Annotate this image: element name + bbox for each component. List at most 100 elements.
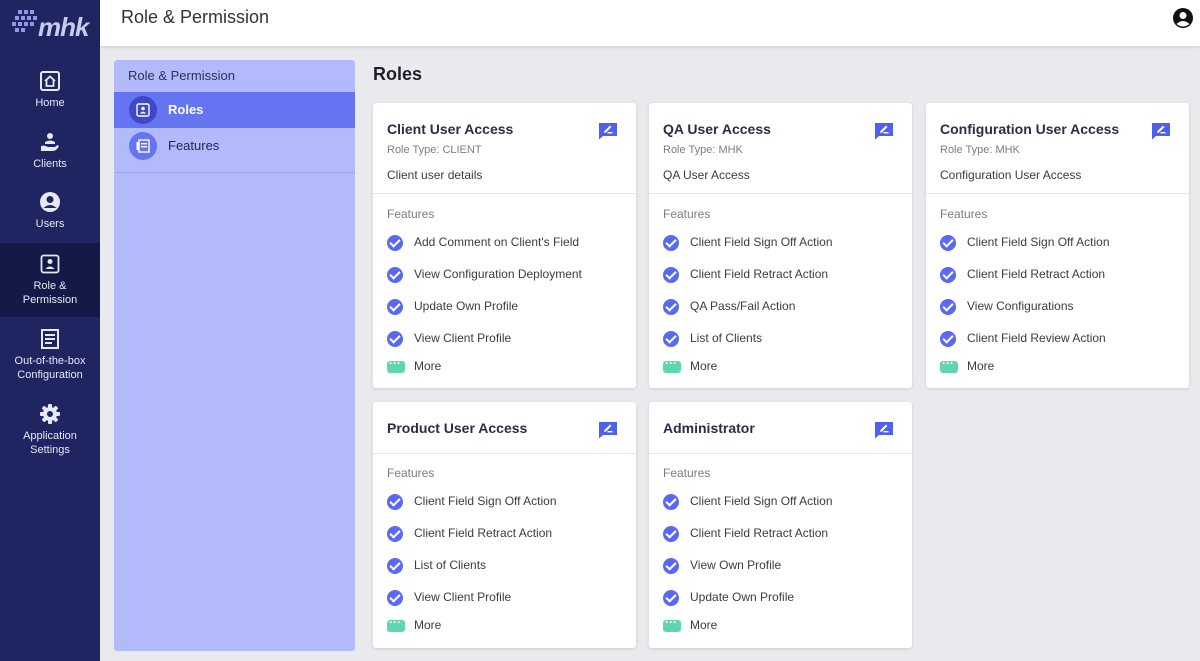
more-label: More: [690, 618, 718, 632]
card-divider: [649, 193, 912, 194]
subnav-item-roles[interactable]: Roles: [114, 92, 355, 128]
subnav-item-features[interactable]: Features: [114, 128, 355, 164]
clients-icon: [41, 133, 59, 151]
more-label: More: [414, 359, 442, 373]
role-description: Configuration User Access: [940, 168, 1082, 182]
check-circle-icon: [387, 526, 403, 542]
edit-role-icon[interactable]: [598, 122, 618, 140]
features-heading: Features: [387, 207, 435, 221]
role-card[interactable]: QA User Access Role Type: MHK QA User Ac…: [649, 103, 912, 388]
nav-item-users[interactable]: Users: [0, 191, 100, 231]
check-circle-icon: [940, 235, 956, 251]
nav-item-clients[interactable]: Clients: [0, 131, 100, 171]
roles-icon: [129, 96, 157, 124]
nav-label-users: Users: [35, 218, 65, 230]
role-type: Role Type: CLIENT: [387, 144, 482, 156]
role-card[interactable]: Administrator Features Client Field Sign…: [649, 402, 912, 648]
check-circle-icon: [387, 267, 403, 283]
role-name: Administrator: [663, 420, 755, 436]
more-label: More: [414, 618, 442, 632]
more-tag-icon: [387, 615, 405, 632]
check-circle-icon: [940, 299, 956, 315]
features-heading: Features: [663, 466, 711, 480]
feature-label: Client Field Retract Action: [967, 267, 1106, 281]
feature-label: Client Field Sign Off Action: [414, 494, 557, 508]
users-icon: [40, 192, 60, 212]
role-card[interactable]: Configuration User Access Role Type: MHK…: [926, 103, 1189, 388]
feature-label: List of Clients: [690, 331, 763, 345]
subnav-label-features: Features: [168, 138, 220, 153]
card-divider: [926, 193, 1189, 194]
nav-item-role-permission[interactable]: Role & Permission: [0, 243, 100, 317]
role-permission-icon: [40, 254, 60, 274]
edit-role-icon[interactable]: [874, 421, 894, 439]
feature-label: Update Own Profile: [690, 590, 795, 604]
mhk-dot-grid-logo: [12, 10, 37, 32]
home-icon: [40, 71, 60, 91]
check-circle-icon: [387, 235, 403, 251]
check-circle-icon: [387, 299, 403, 315]
check-circle-icon: [663, 235, 679, 251]
edit-role-icon[interactable]: [874, 122, 894, 140]
card-divider: [373, 453, 636, 454]
feature-label: List of Clients: [414, 558, 487, 572]
account-circle-icon[interactable]: [1172, 7, 1194, 29]
feature-label: View Configuration Deployment: [414, 267, 582, 281]
check-circle-icon: [387, 331, 403, 347]
subnav-title: Role & Permission: [128, 68, 235, 83]
features-heading: Features: [940, 207, 988, 221]
role-card[interactable]: Product User Access Features Client Fiel…: [373, 402, 636, 648]
feature-label: View Client Profile: [414, 590, 512, 604]
check-circle-icon: [663, 590, 679, 606]
app-logo[interactable]: mhk: [12, 6, 92, 42]
feature-label: Client Field Retract Action: [690, 267, 829, 281]
check-circle-icon: [940, 267, 956, 283]
edit-role-icon[interactable]: [598, 421, 618, 439]
check-circle-icon: [663, 526, 679, 542]
feature-label: Client Field Sign Off Action: [690, 494, 833, 508]
top-bar: Role & Permission: [100, 0, 1200, 46]
feature-label: Add Comment on Client's Field: [414, 235, 580, 249]
nav-item-configuration[interactable]: Out-of-the-box Configuration: [0, 328, 100, 382]
subnav-divider: [114, 172, 355, 173]
main-nav: mhk Home Clients Users Role & Permission…: [0, 0, 100, 661]
role-card[interactable]: Client User Access Role Type: CLIENT Cli…: [373, 103, 636, 388]
feature-label: QA Pass/Fail Action: [690, 299, 796, 313]
page-title: Role & Permission: [121, 7, 270, 27]
role-description: Client user details: [387, 168, 483, 182]
check-circle-icon: [663, 558, 679, 574]
nav-label-configuration: Out-of-the-box Configuration: [14, 355, 86, 381]
check-circle-icon: [663, 331, 679, 347]
features-icon: [129, 132, 157, 160]
feature-label: View Client Profile: [414, 331, 512, 345]
nav-item-application-settings[interactable]: Application Settings: [0, 403, 100, 457]
check-circle-icon: [940, 331, 956, 347]
configuration-icon: [41, 329, 59, 349]
more-tag-icon: [940, 356, 958, 373]
more-label: More: [690, 359, 718, 373]
subnav-label-roles: Roles: [168, 102, 204, 117]
check-circle-icon: [663, 299, 679, 315]
role-permission-subnav: Role & Permission Roles Features: [114, 60, 355, 651]
check-circle-icon: [387, 494, 403, 510]
feature-label: Client Field Sign Off Action: [967, 235, 1110, 249]
check-circle-icon: [663, 267, 679, 283]
nav-item-home[interactable]: Home: [0, 70, 100, 110]
edit-role-icon[interactable]: [1151, 122, 1171, 140]
feature-label: Client Field Retract Action: [414, 526, 553, 540]
role-description: QA User Access: [663, 168, 750, 182]
nav-label-application-settings: Application Settings: [23, 430, 77, 456]
feature-label: View Own Profile: [690, 558, 782, 572]
logo-text: mhk: [38, 12, 89, 42]
more-tag-icon: [387, 356, 405, 373]
more-tag-icon: [663, 615, 681, 632]
feature-label: Client Field Review Action: [967, 331, 1106, 345]
nav-label-clients: Clients: [33, 158, 67, 170]
section-title: Roles: [373, 64, 423, 84]
nav-label-home: Home: [35, 97, 65, 109]
feature-label: Update Own Profile: [414, 299, 519, 313]
nav-label-role-permission: Role & Permission: [22, 280, 78, 306]
gear-icon: [40, 404, 60, 424]
features-heading: Features: [663, 207, 711, 221]
feature-label: Client Field Sign Off Action: [690, 235, 833, 249]
